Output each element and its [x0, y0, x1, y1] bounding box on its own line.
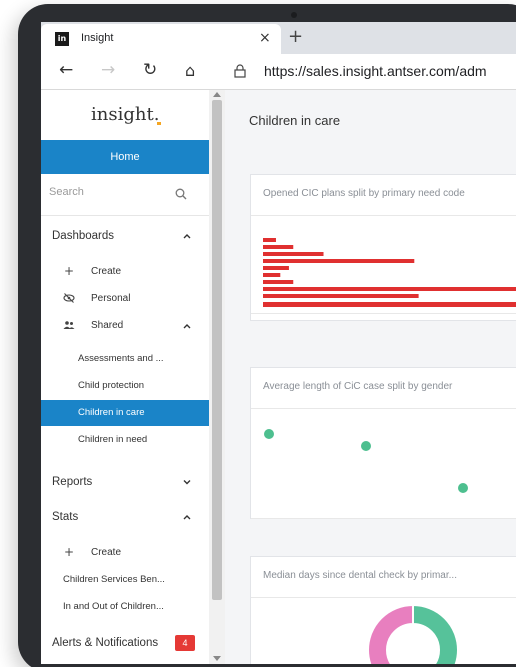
stats-section[interactable]: Stats	[41, 504, 209, 532]
forward-icon[interactable]: →	[101, 60, 115, 80]
dashboards-label: Dashboards	[52, 230, 115, 242]
shared-item-label: Children in need	[78, 434, 148, 445]
chart-card-median-days: Median days since dental check by primar…	[250, 556, 516, 664]
home-button[interactable]: Home	[41, 140, 209, 174]
shared-item-children-in-need[interactable]: Children in need	[41, 427, 209, 453]
chart-card-average-length: Average length of CiC case split by gend…	[250, 367, 516, 519]
shared-item-child-protection[interactable]: Child protection	[41, 373, 209, 399]
pie-slice	[367, 603, 414, 664]
shared-item-assessments[interactable]: Assessments and ...	[41, 346, 209, 372]
search-row	[41, 174, 209, 216]
shared-item-children-in-care[interactable]: Children in care	[41, 400, 209, 426]
search-icon[interactable]	[175, 188, 187, 200]
bar-chart	[263, 238, 516, 307]
chevron-up-icon[interactable]	[182, 321, 192, 331]
dashboard-item-personal[interactable]: Personal	[41, 287, 209, 311]
users-icon	[63, 321, 75, 329]
alerts-section[interactable]: Alerts & Notifications 4	[41, 630, 209, 658]
bar-mark	[263, 273, 281, 277]
stage: in Insight × + ← → ↻ ⌂ https://sales.ins…	[0, 0, 516, 667]
bar-mark	[263, 302, 516, 307]
dashboard-item-label: Create	[91, 266, 122, 277]
tab-bar: in Insight × +	[41, 22, 516, 54]
sidebar-scrollbar[interactable]	[209, 90, 225, 664]
main-content: Children in care Opened CIC plans split …	[225, 90, 516, 664]
scatter-point	[264, 429, 274, 439]
scroll-down-icon[interactable]	[213, 656, 221, 661]
dashboard-item-shared[interactable]: Shared	[41, 314, 209, 338]
dashboards-section[interactable]: Dashboards	[41, 223, 209, 251]
stats-item-create[interactable]: + Create	[41, 541, 209, 565]
camera-icon	[291, 12, 297, 18]
dashboard-item-label: Shared	[91, 320, 124, 331]
chevron-up-icon[interactable]	[182, 512, 192, 522]
scatter-point	[458, 483, 468, 493]
chart-card-plans: Opened CIC plans split by primary need c…	[250, 174, 516, 321]
bar-mark	[263, 238, 276, 242]
scroll-up-icon[interactable]	[213, 92, 221, 97]
stats-item-label: Children Services Ben...	[63, 574, 165, 585]
home-icon[interactable]: ⌂	[185, 61, 195, 80]
alerts-badge: 4	[175, 635, 195, 651]
eye-off-icon	[63, 293, 75, 303]
favicon-icon: in	[55, 32, 69, 46]
card-title: Opened CIC plans split by primary need c…	[263, 188, 465, 199]
stats-item-label: Create	[91, 547, 122, 558]
bar-mark	[263, 287, 516, 291]
dashboard-item-create[interactable]: + Create	[41, 260, 209, 284]
scatter-chart	[264, 429, 468, 493]
card-title: Average length of CiC case split by gend…	[263, 381, 453, 392]
card-divider	[251, 518, 516, 519]
reports-label: Reports	[52, 476, 93, 488]
bar-mark	[263, 280, 294, 284]
tab-title: Insight	[81, 32, 114, 44]
stats-item-children-services[interactable]: Children Services Ben...	[41, 568, 209, 592]
search-input[interactable]	[49, 186, 159, 198]
bar-mark	[263, 245, 294, 249]
chevron-down-icon[interactable]	[182, 477, 192, 487]
scatter-point	[361, 441, 371, 451]
stats-label: Stats	[52, 511, 79, 523]
sidebar: insight. Home Dashboards + Create	[41, 90, 209, 664]
address-bar[interactable]: https://sales.insight.antser.com/adm	[264, 63, 487, 79]
bar-mark	[263, 259, 415, 263]
alerts-label: Alerts & Notifications	[52, 637, 159, 649]
reload-icon[interactable]: ↻	[143, 60, 157, 80]
plus-icon: +	[63, 264, 75, 278]
bar-mark	[263, 266, 289, 270]
shared-item-label: Children in care	[78, 407, 145, 418]
bar-mark	[263, 252, 324, 256]
dashboard-item-label: Personal	[91, 293, 131, 304]
shared-item-label: Child protection	[78, 380, 145, 391]
logo-dot	[157, 122, 161, 125]
screen: in Insight × + ← → ↻ ⌂ https://sales.ins…	[41, 22, 516, 664]
bar-mark	[263, 294, 419, 298]
logo: insight.	[91, 104, 160, 125]
reports-section[interactable]: Reports	[41, 469, 209, 497]
back-icon[interactable]: ←	[59, 60, 73, 80]
shared-item-label: Assessments and ...	[78, 353, 164, 364]
page-title: Children in care	[249, 113, 341, 128]
pie-chart	[367, 603, 459, 664]
scrollbar-thumb[interactable]	[212, 100, 222, 600]
plus-icon: +	[63, 545, 75, 559]
lock-icon	[234, 64, 246, 78]
browser-toolbar: ← → ↻ ⌂ https://sales.insight.antser.com…	[41, 54, 516, 90]
stats-item-in-and-out[interactable]: In and Out of Children...	[41, 595, 209, 619]
card-title: Median days since dental check by primar…	[263, 570, 457, 581]
close-icon[interactable]: ×	[259, 30, 271, 46]
card-divider	[251, 313, 516, 314]
stats-item-label: In and Out of Children...	[63, 601, 164, 612]
chevron-up-icon[interactable]	[182, 231, 192, 241]
browser-tab[interactable]: in Insight ×	[41, 24, 281, 54]
new-tab-button[interactable]: +	[288, 26, 303, 47]
pie-slice	[412, 603, 459, 664]
